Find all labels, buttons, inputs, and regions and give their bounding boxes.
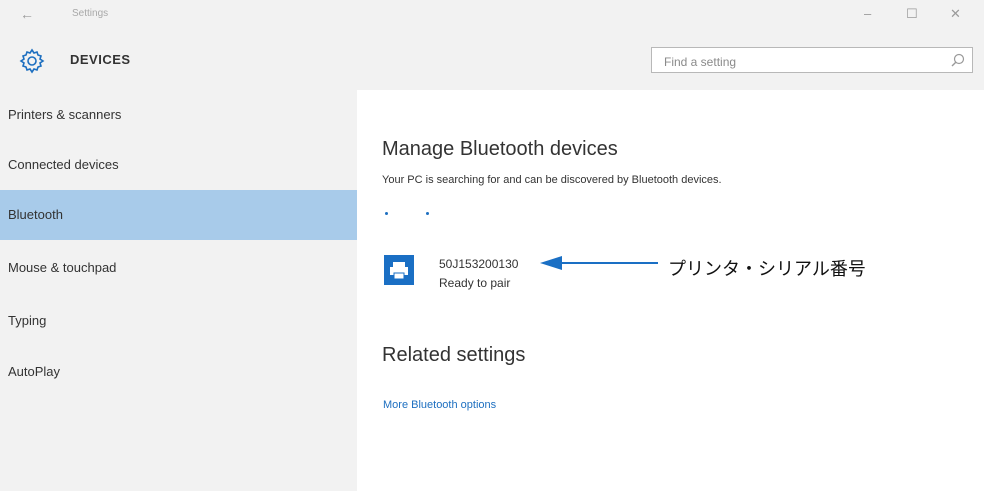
discovery-description: Your PC is searching for and can be disc… [382, 174, 722, 186]
sidebar-item-mouse-touchpad[interactable]: Mouse & touchpad [0, 243, 357, 293]
device-status: Ready to pair [439, 276, 511, 290]
callout-arrow-icon [540, 256, 658, 270]
section-heading: Manage Bluetooth devices [382, 138, 618, 160]
main-content: Manage Bluetooth devices Your PC is sear… [357, 90, 984, 491]
back-arrow-icon[interactable]: ← [20, 6, 34, 22]
related-settings-heading: Related settings [382, 344, 526, 366]
device-name[interactable]: 50J153200130 [439, 257, 518, 271]
more-bluetooth-options-link[interactable]: More Bluetooth options [383, 399, 496, 411]
sidebar-item-bluetooth[interactable]: Bluetooth [0, 190, 357, 240]
printer-icon[interactable] [384, 255, 414, 285]
search-icon[interactable] [950, 52, 966, 68]
close-button[interactable]: ✕ [950, 6, 961, 22]
search-box[interactable] [651, 47, 973, 73]
sidebar-item-typing[interactable]: Typing [0, 296, 357, 346]
sidebar-item-printers-scanners[interactable]: Printers & scanners [0, 90, 357, 140]
page-title: DEVICES [70, 52, 131, 67]
sidebar-item-autoplay[interactable]: AutoPlay [0, 347, 357, 397]
search-input[interactable] [662, 52, 946, 72]
sidebar: Printers & scanners Connected devices Bl… [0, 90, 357, 491]
title-bar: ← Settings – ☐ ✕ [0, 0, 984, 36]
callout-label: プリンタ・シリアル番号 [668, 259, 866, 279]
sidebar-item-connected-devices[interactable]: Connected devices [0, 140, 357, 190]
searching-progress-indicator [385, 212, 465, 218]
gear-icon [19, 48, 45, 74]
maximize-button[interactable]: ☐ [906, 6, 918, 22]
minimize-button[interactable]: – [864, 6, 871, 21]
settings-window: ← Settings – ☐ ✕ DEVICES Printers & scan… [0, 0, 984, 491]
window-title: Settings [72, 8, 109, 19]
